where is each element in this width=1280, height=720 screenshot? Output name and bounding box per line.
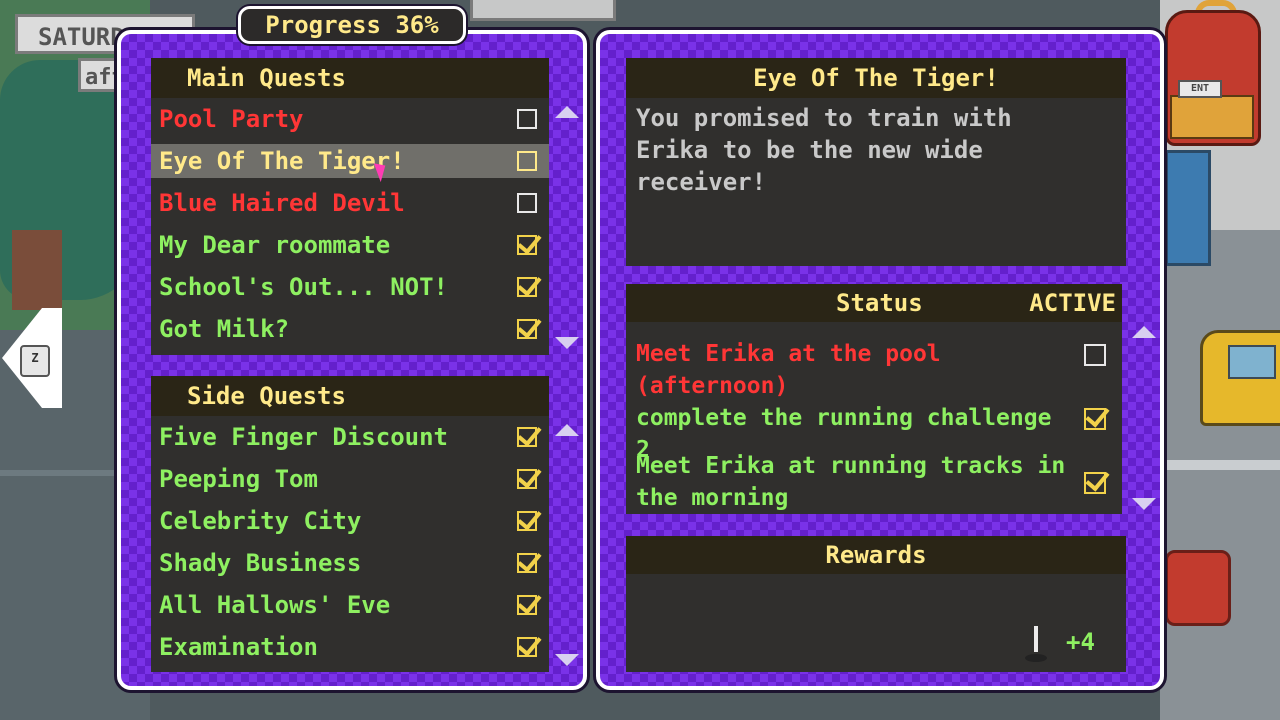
quest-label: Blue Haired Devil xyxy=(159,189,405,217)
rewards-header: Rewards xyxy=(626,536,1126,574)
backpack-pocket xyxy=(1170,95,1254,139)
red-mailbox xyxy=(1165,550,1231,626)
quest-label: Got Milk? xyxy=(159,315,290,343)
side-quests-scroll-up-icon[interactable] xyxy=(555,424,579,436)
objective-text: Meet Erika at the pool (afternoon) xyxy=(636,341,941,399)
main-quests-scroll-down-icon[interactable] xyxy=(555,337,579,349)
reward-value: +4 xyxy=(1066,628,1095,656)
z-key-icon: Z xyxy=(20,345,50,377)
quest-label: School's Out... NOT! xyxy=(159,273,448,301)
main-quests-scroll-up-icon[interactable] xyxy=(555,106,579,118)
checkbox-empty-icon xyxy=(517,109,537,129)
close-journal-tab[interactable]: Z xyxy=(0,308,62,408)
quest-detail-panel: Eye Of The Tiger! You promised to train … xyxy=(596,30,1164,690)
quest-label: Shady Business xyxy=(159,549,362,577)
progress-label: Progress 36% xyxy=(265,11,439,39)
quest-row-my-dear-roommate[interactable]: My Dear roommate xyxy=(151,228,549,262)
checkbox-checked-icon xyxy=(517,427,537,447)
checkbox-checked-icon xyxy=(1084,472,1106,494)
quest-list-panel: Main Quests Pool Party Eye Of The Tiger!… xyxy=(117,30,587,690)
rewards-box: Rewards +4 xyxy=(626,536,1126,672)
quest-label: Pool Party xyxy=(159,105,304,133)
side-quest-row[interactable]: Shady Business xyxy=(151,546,549,580)
quest-label: My Dear roommate xyxy=(159,231,391,259)
checkbox-empty-icon xyxy=(1084,344,1106,366)
quest-label: Eye Of The Tiger! xyxy=(159,147,405,175)
quest-description-box: Eye Of The Tiger! You promised to train … xyxy=(626,58,1126,266)
checkbox-checked-icon xyxy=(517,553,537,573)
rewards-label: Rewards xyxy=(825,541,927,569)
quest-row-blue-haired-devil[interactable]: Blue Haired Devil xyxy=(151,186,549,220)
objectives-box: Status ACTIVE Meet Erika at the pool (af… xyxy=(626,284,1122,514)
checkbox-empty-icon xyxy=(517,151,537,171)
main-quests-header: Main Quests xyxy=(151,58,549,98)
side-quest-row[interactable]: Peeping Tom xyxy=(151,462,549,496)
building-window xyxy=(1165,150,1211,266)
objective-text: Meet Erika at running tracks in the morn… xyxy=(636,453,1066,511)
quest-label: Peeping Tom xyxy=(159,465,318,493)
checkbox-checked-icon xyxy=(517,469,537,489)
joystick-icon xyxy=(1021,626,1051,666)
quest-row-eye-of-the-tiger[interactable]: Eye Of The Tiger! xyxy=(151,144,549,178)
quest-label: All Hallows' Eve xyxy=(159,591,391,619)
checkbox-checked-icon xyxy=(517,637,537,657)
checkbox-checked-icon xyxy=(517,511,537,531)
status-label: Status xyxy=(836,289,923,317)
side-quests-title: Side Quests xyxy=(187,382,346,410)
quest-label: Celebrity City xyxy=(159,507,362,535)
status-value: ACTIVE xyxy=(1029,289,1116,317)
checkbox-checked-icon xyxy=(517,235,537,255)
backpack-tag: ENT xyxy=(1178,80,1222,98)
checkbox-checked-icon xyxy=(517,277,537,297)
car-window xyxy=(1228,345,1276,379)
checkbox-empty-icon xyxy=(517,193,537,213)
progress-indicator: Progress 36% xyxy=(238,6,466,44)
side-quest-row[interactable]: Five Finger Discount xyxy=(151,420,549,454)
quest-row-got-milk[interactable]: Got Milk? xyxy=(151,312,549,346)
objectives-scroll-up-icon[interactable] xyxy=(1132,326,1156,338)
top-signpost xyxy=(470,0,616,21)
status-header: Status ACTIVE xyxy=(626,284,1122,322)
quest-description: You promised to train with Erika to be t… xyxy=(636,104,1012,196)
side-quest-row[interactable]: Celebrity City xyxy=(151,504,549,538)
main-quests-title: Main Quests xyxy=(187,64,346,92)
sidewalk-line xyxy=(1165,460,1280,470)
quest-row-pool-party[interactable]: Pool Party xyxy=(151,102,549,136)
side-quest-row[interactable]: All Hallows' Eve xyxy=(151,588,549,622)
main-quests-box: Main Quests Pool Party Eye Of The Tiger!… xyxy=(151,58,549,355)
quest-row-schools-out[interactable]: School's Out... NOT! xyxy=(151,270,549,304)
quest-label: Examination xyxy=(159,633,318,661)
quest-label: Five Finger Discount xyxy=(159,423,448,451)
quest-title-header: Eye Of The Tiger! xyxy=(626,58,1126,98)
side-quests-box: Side Quests Five Finger Discount Peeping… xyxy=(151,376,549,672)
side-quest-row[interactable]: Examination xyxy=(151,630,549,664)
quest-title: Eye Of The Tiger! xyxy=(753,64,999,92)
tree-trunk xyxy=(12,230,62,310)
objectives-scroll-down-icon[interactable] xyxy=(1132,498,1156,510)
checkbox-checked-icon xyxy=(517,319,537,339)
side-quests-header: Side Quests xyxy=(151,376,549,416)
side-quests-scroll-down-icon[interactable] xyxy=(555,654,579,666)
checkbox-checked-icon xyxy=(517,595,537,615)
checkbox-checked-icon xyxy=(1084,408,1106,430)
